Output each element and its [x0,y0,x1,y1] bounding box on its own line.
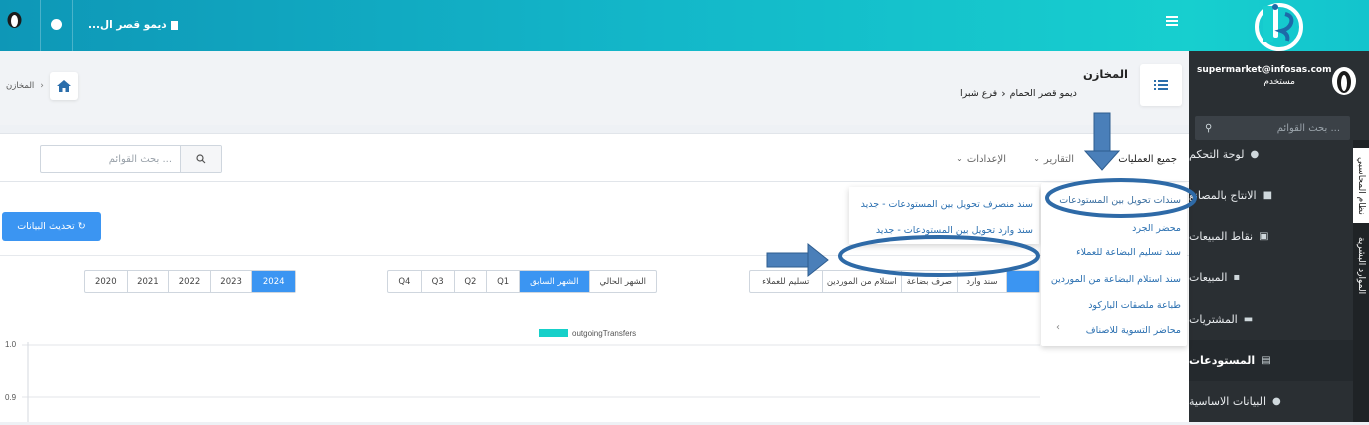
annotation-ellipse-dropdown [1045,178,1197,218]
annotation-arrow-down [1093,112,1111,154]
annotation-arrow-right [766,252,811,268]
annotation-ellipse-submenu [838,235,1040,277]
annotation-overlay [766,112,1197,278]
annotation-arrow-right-head [807,242,829,278]
annotation-arrow-down-head [1083,150,1121,171]
